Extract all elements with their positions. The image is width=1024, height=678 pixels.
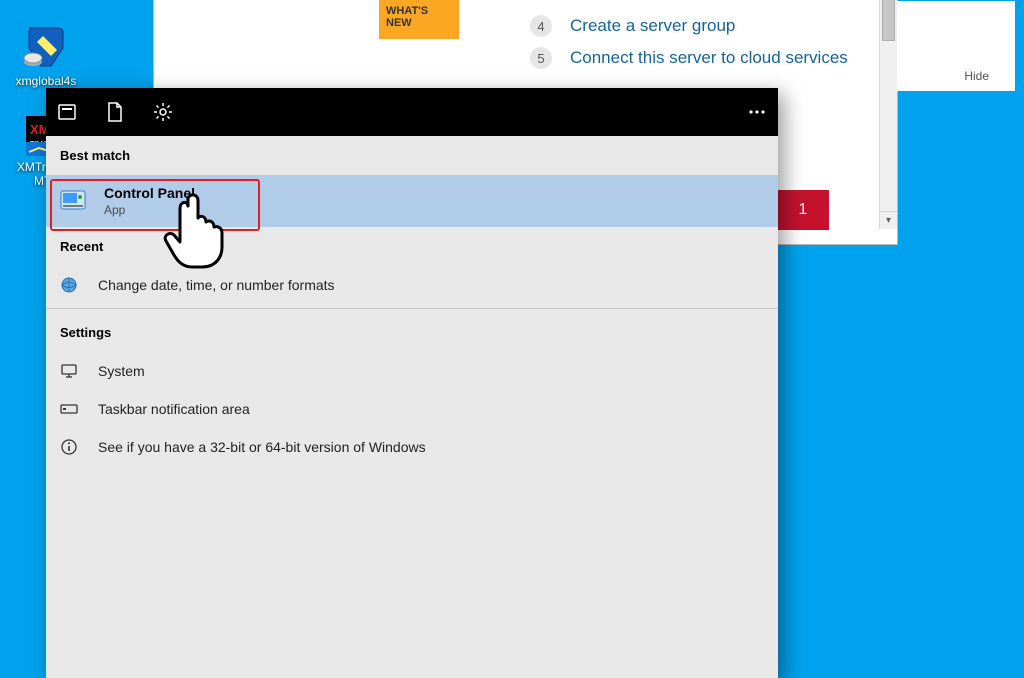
- result-label: See if you have a 32-bit or 64-bit versi…: [98, 439, 426, 455]
- result-subtitle: App: [104, 203, 195, 217]
- scrollbar-down-icon[interactable]: ▾: [880, 211, 897, 229]
- apps-filter-icon[interactable]: [56, 101, 78, 123]
- step-number: 5: [530, 47, 552, 69]
- whats-new-label: WHAT'S NEW: [386, 5, 428, 29]
- documents-filter-icon[interactable]: [104, 101, 126, 123]
- scrollbar-vertical[interactable]: ▾: [879, 0, 897, 229]
- desktop-icon-xmglobal4s[interactable]: xmglobal4s: [6, 26, 86, 88]
- globe-clock-icon: [60, 276, 78, 294]
- result-label: System: [98, 363, 145, 379]
- quick-start-list: 4 Create a server group 5 Connect this s…: [460, 1, 1015, 91]
- info-icon: [60, 438, 78, 456]
- step-number: 4: [530, 15, 552, 37]
- quick-start-link[interactable]: Connect this server to cloud services: [570, 48, 848, 68]
- result-change-date-formats[interactable]: Change date, time, or number formats: [46, 266, 778, 304]
- start-search-panel: Best match Control Panel App Recent Chan…: [46, 88, 778, 678]
- scrollbar-thumb[interactable]: [882, 0, 895, 41]
- result-title: Control Panel: [104, 185, 195, 201]
- monitor-icon: [60, 362, 78, 380]
- settings-label: Settings: [46, 313, 778, 352]
- recent-label: Recent: [46, 227, 778, 266]
- result-taskbar-notification[interactable]: Taskbar notification area: [46, 390, 778, 428]
- settings-filter-icon[interactable]: [152, 101, 174, 123]
- taskbar-icon: [60, 400, 78, 418]
- result-32-64-bit[interactable]: See if you have a 32-bit or 64-bit versi…: [46, 428, 778, 466]
- control-panel-icon: [60, 188, 86, 214]
- quick-start-item-5[interactable]: 5 Connect this server to cloud services: [530, 47, 997, 69]
- start-search-header: [46, 88, 778, 136]
- result-system[interactable]: System: [46, 352, 778, 390]
- quick-start-link[interactable]: Create a server group: [570, 16, 735, 36]
- result-control-panel[interactable]: Control Panel App: [46, 175, 778, 227]
- best-match-label: Best match: [46, 136, 778, 175]
- hide-link[interactable]: Hide: [964, 69, 989, 83]
- quick-start-item-4[interactable]: 4 Create a server group: [530, 15, 997, 37]
- desktop-icon-label: xmglobal4s: [16, 74, 77, 88]
- tile-badge-text: 1: [799, 201, 808, 219]
- whats-new-banner: WHAT'S NEW: [379, 1, 459, 39]
- more-icon[interactable]: [746, 101, 768, 123]
- tile-badge-red[interactable]: 1: [777, 190, 829, 230]
- result-label: Change date, time, or number formats: [98, 277, 335, 293]
- result-label: Taskbar notification area: [98, 401, 250, 417]
